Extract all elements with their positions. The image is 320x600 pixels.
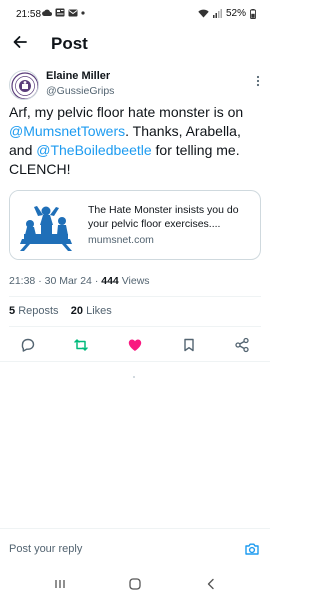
arrow-left-icon [13,36,27,48]
recents-icon [55,580,65,588]
status-notification-icons [42,8,85,17]
avatar-seal-icon [11,72,38,99]
loading-indicator [133,376,135,378]
post-time: 21:38 [9,275,36,287]
card-domain: mumsnet.com [88,234,154,246]
post-date: 30 Mar 24 [44,275,92,287]
system-back-button[interactable] [204,577,218,591]
heart-filled-icon [128,339,142,351]
system-nav-bar [0,570,270,600]
likes-stat[interactable]: 20 Likes [71,305,112,317]
post-actions [0,333,270,357]
more-vertical-icon [256,75,260,87]
bookmark-icon [184,338,194,352]
like-button[interactable] [127,337,143,353]
avatar[interactable] [9,70,39,100]
camera-button[interactable] [244,541,260,557]
page-title: Post [51,34,88,53]
battery-percent: 52% [225,8,246,19]
reposts-label: Reposts [18,305,59,317]
home-icon [129,578,141,590]
post-text-part: Arf, my pelvic floor hate monster is on [9,104,244,120]
wifi-icon [198,9,209,18]
author-name[interactable]: Elaine Miller [46,70,110,82]
status-bar: 21:58 52% [0,0,270,30]
separator: · [94,275,99,287]
post-timestamp: 21:38 · 30 Mar 24 · 444 Views [9,275,150,287]
camera-icon [245,543,259,555]
bookmark-button[interactable] [181,337,197,353]
more-options-button[interactable] [255,74,261,88]
reply-icon [21,338,35,352]
reposts-count: 5 [9,305,16,317]
card-thumbnail [10,191,82,259]
post-author: Elaine Miller @GussieGrips [9,70,263,102]
silhouette-logo-icon [10,191,82,259]
mail-icon [68,9,78,16]
status-system-icons: 52% [198,8,256,19]
engagement-stats: 5 Reposts 20 Likes [9,305,112,317]
share-icon [235,337,249,353]
dot-icon [81,10,85,15]
likes-label: Likes [86,305,112,317]
post-text: Arf, my pelvic floor hate monster is on … [9,103,264,179]
reposts-stat[interactable]: 5 Reposts [9,305,59,317]
author-handle[interactable]: @GussieGrips [46,85,114,97]
repost-button[interactable] [73,337,89,353]
home-button[interactable] [128,577,142,591]
status-time: 21:58 [16,9,42,20]
cloud-icon [42,9,52,16]
views-label: Views [121,275,150,287]
share-button[interactable] [234,337,250,353]
card-title: The Hate Monster insists you do your pel… [88,204,239,230]
mention-link[interactable]: @MumsnetTowers [9,123,125,139]
mention-link[interactable]: @TheBoiledbeetle [36,142,151,158]
likes-count: 20 [70,305,84,317]
reply-input[interactable]: Post your reply [9,543,82,555]
reply-bar: Post your reply [0,528,270,570]
back-icon [207,578,214,590]
separator: · [38,275,42,287]
top-app-bar: Post [0,28,270,58]
recents-button[interactable] [53,577,67,591]
divider [9,296,261,297]
repost-icon [74,339,88,351]
divider [9,326,261,327]
signal-icon [212,9,222,18]
link-preview-card[interactable]: The Hate Monster insists you do your pel… [9,190,261,260]
back-button[interactable] [10,32,30,52]
views-count[interactable]: 444 [101,275,119,287]
battery-icon [250,8,256,19]
divider [0,361,270,362]
reply-button[interactable] [20,337,36,353]
news-icon [55,8,65,17]
